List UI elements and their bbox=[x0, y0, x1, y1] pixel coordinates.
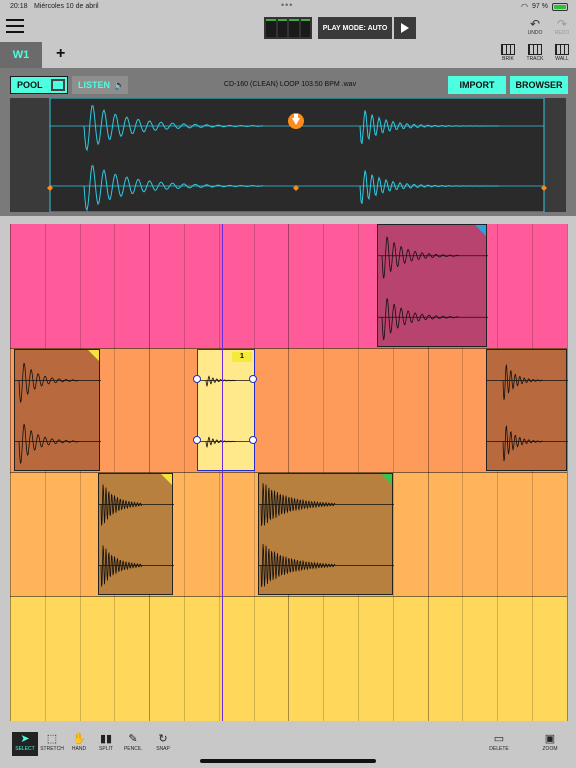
delete-icon: ▭ bbox=[493, 733, 505, 745]
zoom-icon: ▣ bbox=[544, 733, 556, 745]
status-date: Miércoles 10 de abril bbox=[34, 3, 99, 10]
clip-lane1-a[interactable] bbox=[377, 224, 488, 347]
hand-icon: ✋ bbox=[72, 733, 86, 745]
clip-handle-bottom-left[interactable] bbox=[193, 436, 201, 444]
snap-icon: ↻ bbox=[158, 733, 168, 745]
tab-w1[interactable]: W1 bbox=[0, 42, 42, 68]
stretch-icon: ⬚ bbox=[46, 733, 58, 745]
playhead[interactable] bbox=[222, 224, 223, 721]
sample-filename: CD-160 (CLEAN) LOOP 103.50 BPM .wav bbox=[223, 81, 357, 88]
play-button[interactable] bbox=[394, 17, 416, 39]
select-tool[interactable]: ➤ SELECT bbox=[12, 732, 38, 756]
listen-button[interactable]: LISTEN 🔈 bbox=[72, 76, 128, 94]
pencil-tool[interactable]: ✎ PENCIL bbox=[120, 732, 146, 756]
hand-tool[interactable]: ✋ HAND bbox=[66, 732, 92, 756]
play-icon bbox=[401, 23, 409, 33]
level-meter bbox=[264, 17, 312, 39]
undo-icon: ↶ bbox=[529, 17, 541, 31]
tab-row: W1 + BRIK TRACK WALL bbox=[0, 42, 576, 68]
view-track-button[interactable]: TRACK bbox=[524, 44, 546, 62]
add-tab-button[interactable]: + bbox=[56, 45, 65, 63]
clip-lane2-a[interactable] bbox=[14, 349, 101, 471]
clip-lane2-selected[interactable]: 1 bbox=[197, 349, 256, 471]
redo-icon: ↷ bbox=[556, 17, 568, 31]
import-button[interactable]: IMPORT bbox=[448, 76, 506, 94]
pool-toggle-icon bbox=[51, 79, 65, 91]
play-mode-button[interactable]: PLAY MODE: AUTO bbox=[318, 17, 392, 39]
status-bar: 20:18 Miércoles 10 de abril ••• ◠ 97 % bbox=[0, 0, 576, 14]
stretch-tool[interactable]: ⬚ STRETCH bbox=[39, 732, 65, 756]
clip-number-badge: 1 bbox=[232, 352, 252, 362]
snap-button[interactable]: ↻ SNAP bbox=[150, 732, 176, 756]
pencil-icon: ✎ bbox=[128, 733, 138, 745]
battery-icon bbox=[552, 2, 568, 11]
top-bar: PLAY MODE: AUTO ↶ UNDO ↷ REDO bbox=[0, 14, 576, 42]
app-root: 20:18 Miércoles 10 de abril ••• ◠ 97 % P… bbox=[0, 0, 576, 768]
battery-percent: 97 % bbox=[532, 3, 548, 10]
clip-lane3-a[interactable] bbox=[98, 473, 174, 595]
redo-button[interactable]: ↷ REDO bbox=[550, 18, 574, 36]
waveform-svg bbox=[10, 98, 566, 212]
view-wall-button[interactable]: WALL bbox=[551, 44, 573, 62]
clip-handle-bottom-right[interactable] bbox=[249, 436, 257, 444]
multitask-dots-icon[interactable]: ••• bbox=[281, 0, 293, 10]
sample-editor: POOL LISTEN 🔈 CD-160 (CLEAN) LOOP 103.50 … bbox=[0, 68, 576, 216]
status-time: 20:18 bbox=[10, 3, 28, 10]
cursor-icon: ➤ bbox=[20, 733, 30, 745]
home-indicator bbox=[200, 759, 376, 763]
speaker-icon: 🔈 bbox=[114, 79, 126, 90]
brik-icon bbox=[501, 44, 515, 55]
view-brik-button[interactable]: BRIK bbox=[497, 44, 519, 62]
clip-lane3-b[interactable] bbox=[258, 473, 394, 595]
track-icon bbox=[528, 44, 542, 55]
pool-button[interactable]: POOL bbox=[10, 76, 68, 94]
clip-handle-top-right[interactable] bbox=[249, 375, 257, 383]
split-tool[interactable]: ▮▮ SPLIT bbox=[93, 732, 119, 756]
menu-icon[interactable] bbox=[6, 19, 24, 35]
wall-icon bbox=[555, 44, 569, 55]
arrangement-grid[interactable]: 1 bbox=[10, 224, 568, 721]
zoom-button[interactable]: ▣ ZOOM bbox=[537, 732, 563, 756]
clip-handle-top-left[interactable] bbox=[193, 375, 201, 383]
delete-button[interactable]: ▭ DELETE bbox=[486, 732, 512, 756]
undo-button[interactable]: ↶ UNDO bbox=[523, 18, 547, 36]
clip-lane2-b[interactable] bbox=[486, 349, 568, 471]
browser-button[interactable]: BROWSER bbox=[510, 76, 568, 94]
split-icon: ▮▮ bbox=[99, 733, 113, 745]
waveform-display[interactable] bbox=[10, 98, 566, 212]
wifi-icon: ◠ bbox=[521, 2, 529, 11]
